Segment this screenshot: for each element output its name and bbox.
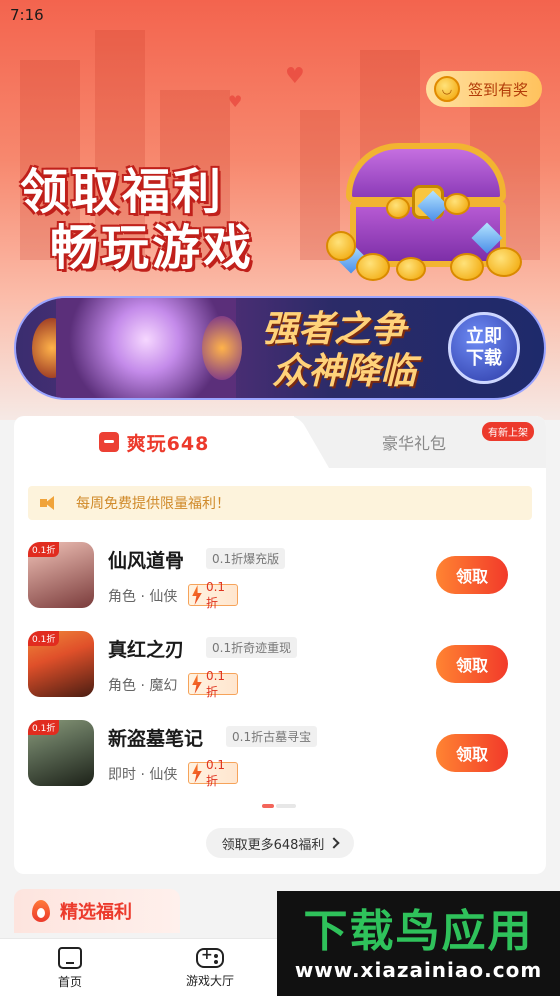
claim-button[interactable]: 领取 xyxy=(436,734,508,772)
game-name: 新盗墓笔记 xyxy=(108,728,204,750)
watermark-logo: 下载鸟应用 www.xiazainiao.com xyxy=(277,891,560,996)
nav-game-hall-label: 游戏大厅 xyxy=(185,973,234,988)
nav-home[interactable]: 首页 xyxy=(25,939,115,996)
game-row[interactable]: 0.1折 真红之刃 0.1折奇迹重现 角色 · 魔幻 0.1折 领取 xyxy=(28,631,546,701)
featured-welfare-tab[interactable]: 精选福利 xyxy=(14,889,180,933)
game-subtitle: 0.1折奇迹重现 xyxy=(206,637,298,658)
hero-banner[interactable]: ♥ ♥ 7:16 ◡ 签到有奖 领取福利 畅玩游戏 强者之争 众神降临 立即 下… xyxy=(0,0,560,420)
game-genre: 即时 · 仙侠 xyxy=(108,767,178,783)
heart-icon: ♥ xyxy=(285,64,305,89)
heart-icon: ♥ xyxy=(228,92,243,111)
discount-badge: 0.1折 xyxy=(188,758,238,788)
more-welfare-button[interactable]: 领取更多648福利 xyxy=(206,828,354,858)
new-badge: 有新上架 xyxy=(482,422,534,441)
game-ad-title: 强者之争 众神降临 xyxy=(262,308,416,392)
bolt-icon xyxy=(192,585,202,605)
checkin-label: 签到有奖 xyxy=(468,80,529,99)
tab-play-648-label: 爽玩648 xyxy=(126,432,210,455)
game-icon[interactable]: 0.1折 xyxy=(28,542,94,608)
hero-slogan-line2: 畅玩游戏 xyxy=(50,220,255,276)
carousel-indicator xyxy=(262,804,296,808)
game-ad-title-line1: 强者之争 xyxy=(262,308,407,350)
game-genre: 角色 · 仙侠 xyxy=(108,589,178,605)
gamepad-icon xyxy=(196,947,224,968)
speaker-icon xyxy=(40,496,58,510)
discount-tag: 0.1折 xyxy=(28,720,60,735)
discount-tag: 0.1折 xyxy=(28,631,60,646)
nav-game-hall[interactable]: 游戏大厅 xyxy=(165,939,255,996)
game-icon[interactable]: 0.1折 xyxy=(28,631,94,697)
game-row[interactable]: 0.1折 仙风道骨 0.1折爆充版 角色 · 仙侠 0.1折 领取 xyxy=(28,542,546,612)
bolt-icon xyxy=(192,763,202,783)
flame-icon xyxy=(32,900,50,922)
bolt-icon xyxy=(192,674,202,694)
chevron-right-icon xyxy=(328,837,341,849)
red-packet-icon xyxy=(98,432,119,452)
discount-text: 0.1折 xyxy=(205,668,226,699)
coin-icon: ◡ xyxy=(434,76,460,102)
discount-text: 0.1折 xyxy=(205,757,226,788)
discount-badge: 0.1折 xyxy=(188,580,238,610)
featured-welfare-label: 精选福利 xyxy=(60,902,132,923)
status-time: 7:16 xyxy=(10,6,44,24)
game-genre: 角色 · 魔幻 xyxy=(108,678,178,694)
tab-play-648[interactable]: 爽玩648 xyxy=(14,416,294,468)
download-label-line2: 下载 xyxy=(466,348,502,369)
notice-text: 每周免费提供限量福利！ xyxy=(76,496,230,512)
tab-bar: 豪华礼包 有新上架 爽玩648 xyxy=(14,416,546,468)
tab-gift-packs[interactable]: 豪华礼包 xyxy=(344,416,484,468)
treasure-chest-image xyxy=(326,135,536,285)
download-label-line1: 立即 xyxy=(466,326,502,347)
game-subtitle: 0.1折古墓寻宝 xyxy=(226,726,318,747)
game-row[interactable]: 0.1折 新盗墓笔记 0.1折古墓寻宝 即时 · 仙侠 0.1折 领取 xyxy=(28,720,546,790)
checkin-button[interactable]: ◡ 签到有奖 xyxy=(426,71,542,107)
game-icon[interactable]: 0.1折 xyxy=(28,720,94,786)
claim-button[interactable]: 领取 xyxy=(436,645,508,683)
discount-text: 0.1折 xyxy=(205,579,226,610)
more-welfare-label: 领取更多648福利 xyxy=(221,837,325,853)
watermark-url: www.xiazainiao.com xyxy=(294,957,543,982)
nav-home-label: 首页 xyxy=(57,974,82,989)
game-name: 仙风道骨 xyxy=(108,550,185,572)
game-ad-banner[interactable]: 强者之争 众神降临 立即 下载 xyxy=(14,296,546,400)
discount-tag: 0.1折 xyxy=(28,542,60,557)
indicator-dot-active xyxy=(262,804,274,808)
game-ad-title-line2: 众神降临 xyxy=(272,350,417,392)
claim-button[interactable]: 领取 xyxy=(436,556,508,594)
indicator-dot xyxy=(276,804,296,808)
watermark-main: 下载鸟应用 xyxy=(303,905,534,957)
discount-badge: 0.1折 xyxy=(188,669,238,699)
game-subtitle: 0.1折爆充版 xyxy=(206,548,286,569)
welfare-card: 豪华礼包 有新上架 爽玩648 每周免费提供限量福利！ 0.1折 仙风道骨 0.… xyxy=(14,416,546,874)
notice-bar: 每周免费提供限量福利！ xyxy=(28,486,532,520)
download-button[interactable]: 立即 下载 xyxy=(448,312,520,384)
home-icon xyxy=(58,946,82,969)
game-name: 真红之刃 xyxy=(108,639,185,661)
